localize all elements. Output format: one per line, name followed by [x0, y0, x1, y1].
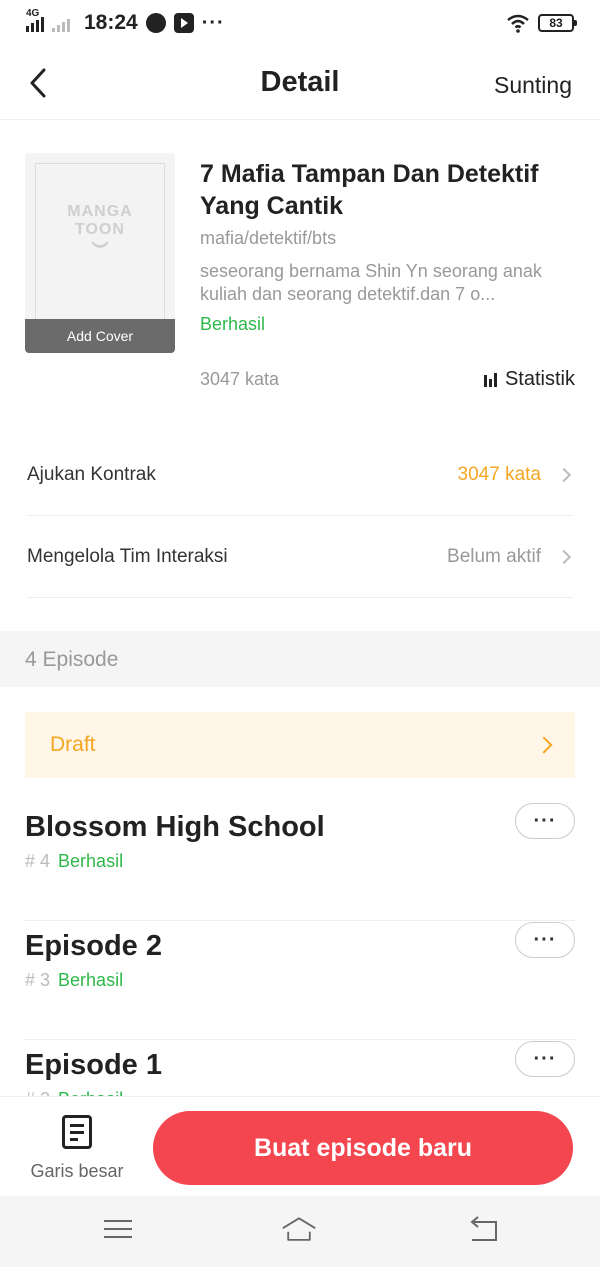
create-episode-button[interactable]: Buat episode baru	[153, 1111, 573, 1185]
nav-bar: Detail Sunting	[0, 46, 600, 120]
notification-play-icon	[173, 13, 194, 33]
signal-icon: 4G	[26, 8, 44, 32]
outline-label: Garis besar	[30, 1161, 124, 1181]
more-options-button[interactable]: ···	[515, 1041, 575, 1077]
book-description: seseorang bernama Shin Yn seorang anak k…	[200, 261, 542, 304]
chevron-right-icon	[556, 467, 572, 482]
battery-level: 83	[549, 16, 563, 30]
home-icon[interactable]	[281, 1214, 317, 1246]
episode-status: Berhasil	[58, 851, 124, 871]
menu-icon[interactable]	[100, 1214, 136, 1246]
more-options-button[interactable]: ···	[515, 803, 575, 839]
bottom-action-bar: Garis besar Buat episode baru	[0, 1096, 600, 1196]
row-value: 3047 kata	[457, 463, 541, 485]
add-cover-button[interactable]: Add Cover	[25, 319, 175, 353]
episode-title: Blossom High School	[25, 811, 325, 843]
draft-row[interactable]: Draft	[25, 712, 575, 778]
mangatoon-logo: MANGA TOON	[25, 203, 175, 249]
signal-icon-secondary	[52, 14, 70, 32]
status-bar: 4G 18:24 ··· 83	[0, 0, 600, 46]
episode-number: # 4	[25, 851, 51, 871]
network-type: 4G	[26, 8, 40, 19]
statistics-button[interactable]: Statistik	[483, 368, 575, 391]
cover-placeholder	[35, 163, 165, 343]
episode-meta: # 4 Berhasil	[25, 851, 123, 872]
episode-number: # 3	[25, 970, 51, 990]
episode-status: Berhasil	[58, 970, 124, 990]
book-status: Berhasil	[200, 314, 266, 334]
book-tags: mafia/detektif/bts	[200, 228, 337, 248]
episode-title: Episode 1	[25, 1049, 162, 1081]
edit-button[interactable]: Sunting	[494, 72, 572, 99]
episode-title: Episode 2	[25, 930, 162, 962]
book-cover[interactable]: MANGA TOON Add Cover	[25, 153, 175, 353]
chevron-right-icon	[535, 736, 553, 754]
manage-interaction-team-row[interactable]: Mengelola Tim Interaksi Belum aktif	[27, 516, 573, 598]
episode-item[interactable]: Blossom High School # 4 Berhasil ···	[25, 803, 575, 921]
episode-item[interactable]: Episode 2 # 3 Berhasil ···	[25, 922, 575, 1040]
battery-icon: 83	[538, 14, 577, 32]
episode-meta: # 3 Berhasil	[25, 970, 123, 991]
clock: 18:24	[84, 11, 138, 34]
wifi-icon	[507, 14, 529, 33]
notification-leaf-icon	[145, 13, 166, 33]
system-back-icon[interactable]	[466, 1214, 502, 1246]
chevron-right-icon	[556, 549, 572, 564]
row-value: Belum aktif	[447, 545, 541, 567]
more-options-button[interactable]: ···	[515, 922, 575, 958]
more-notifications-icon: ···	[201, 11, 225, 34]
system-nav-bar	[0, 1196, 600, 1267]
document-icon	[62, 1115, 92, 1149]
bar-chart-icon	[483, 372, 497, 387]
episode-count: 4 Episode	[25, 648, 119, 671]
statistics-label: Statistik	[504, 368, 575, 390]
submit-contract-row[interactable]: Ajukan Kontrak 3047 kata	[27, 434, 573, 516]
draft-label: Draft	[50, 733, 96, 756]
book-title: 7 Mafia Tampan Dan Detektif Yang Cantik	[200, 160, 539, 220]
outline-button[interactable]: Garis besar	[20, 1111, 134, 1187]
row-label: Ajukan Kontrak	[27, 463, 156, 485]
row-label: Mengelola Tim Interaksi	[27, 545, 228, 567]
word-count: 3047 kata	[200, 369, 280, 389]
